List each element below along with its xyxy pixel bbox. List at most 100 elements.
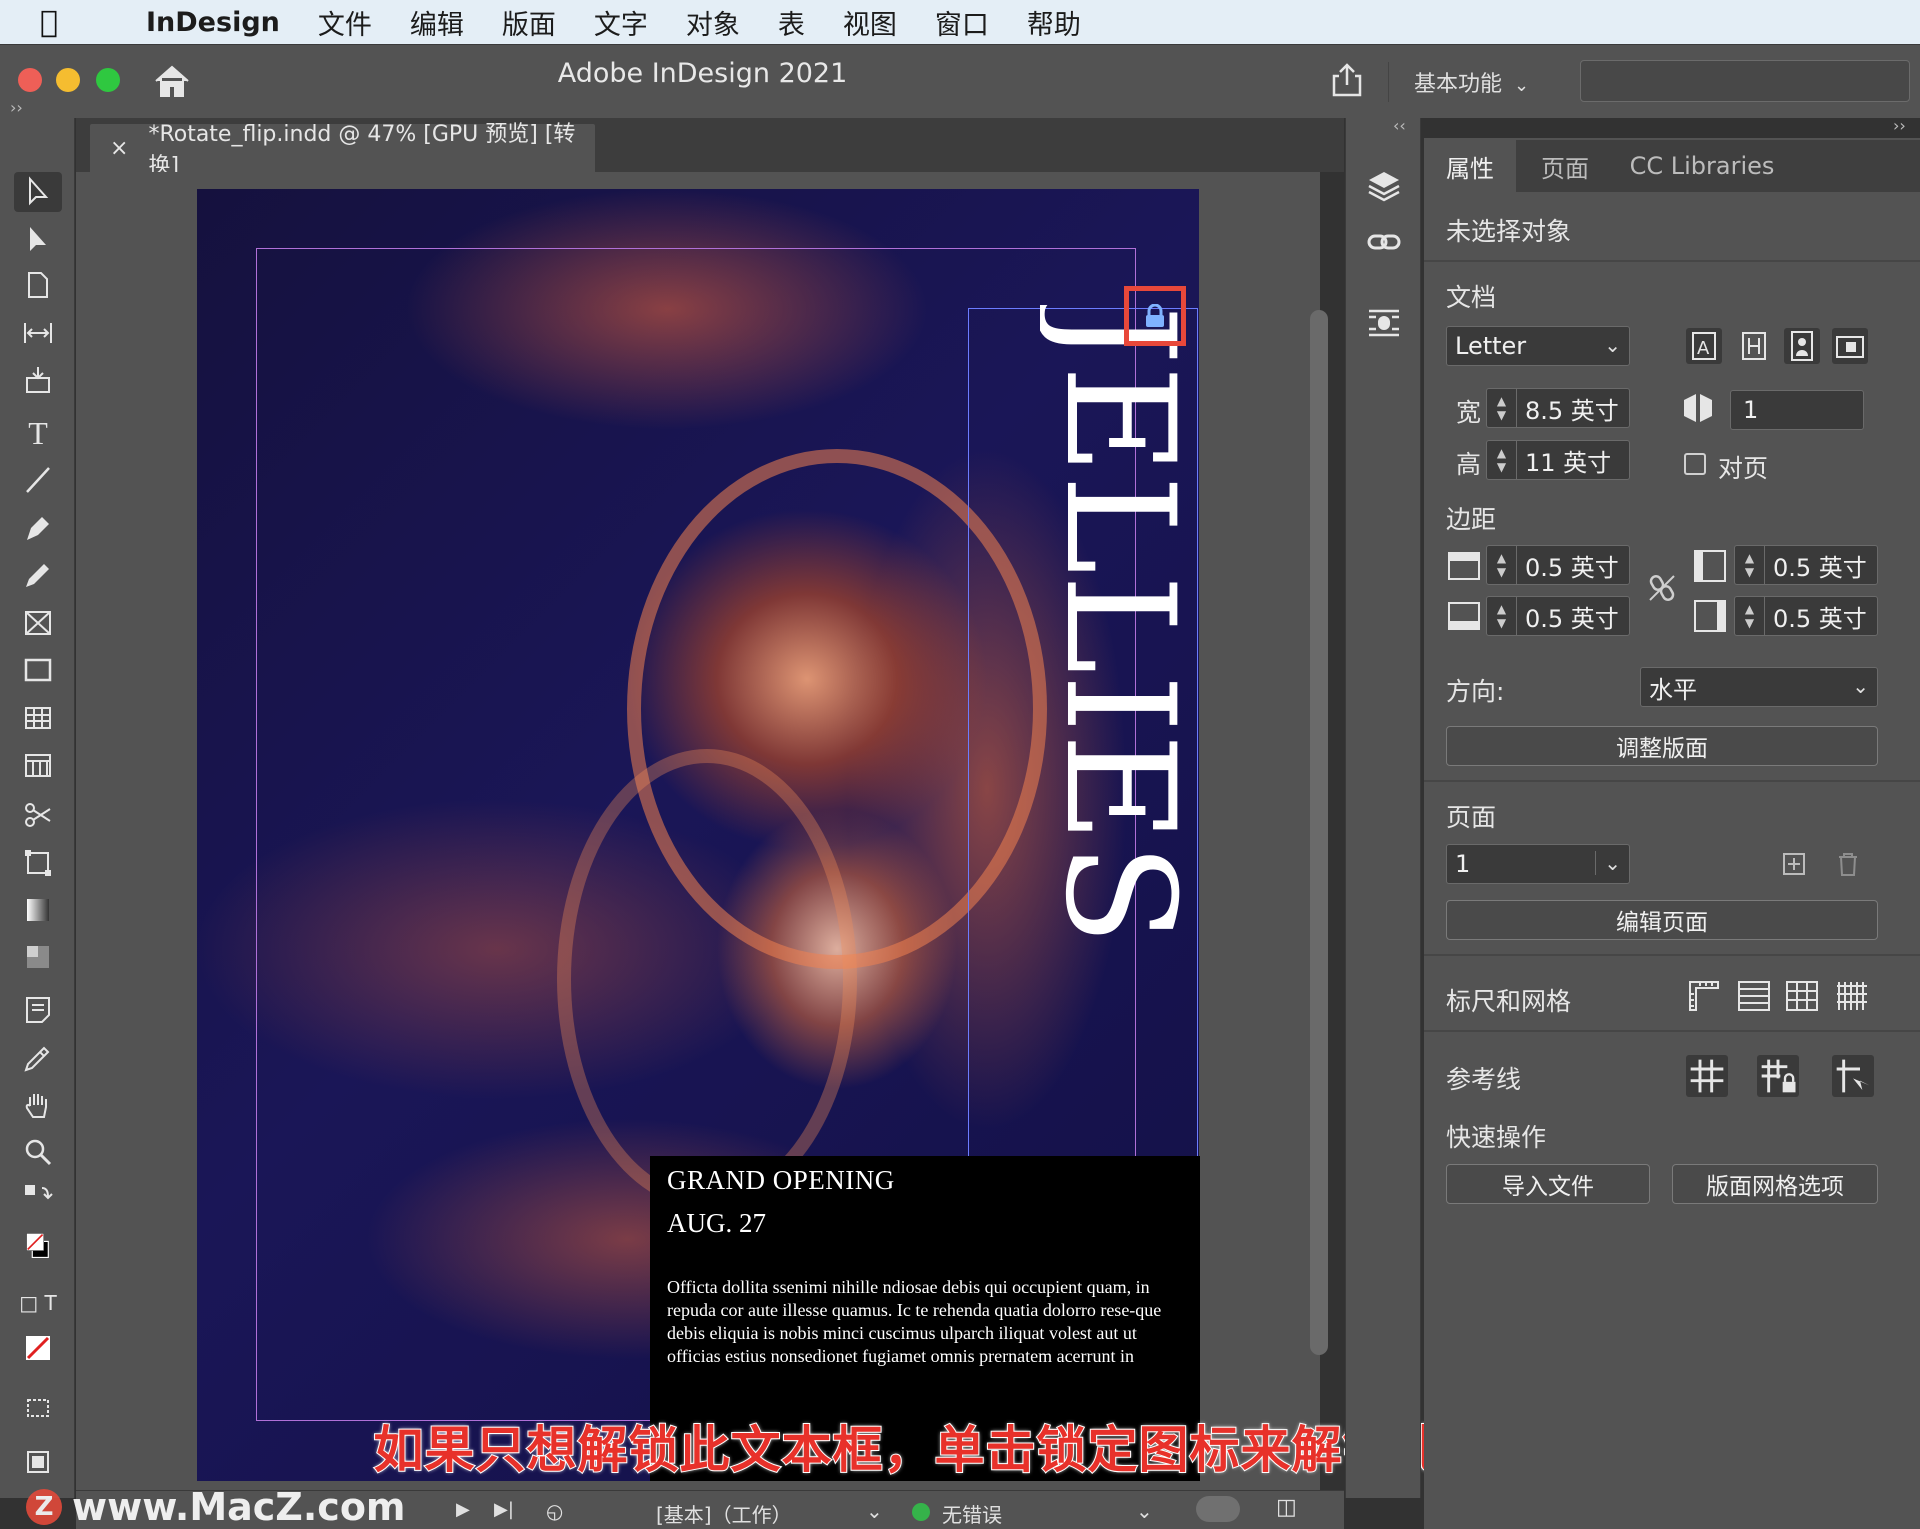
rectangle-tool-icon[interactable] — [14, 650, 62, 690]
collapse-panel-icon[interactable]: ‹‹ — [1393, 116, 1406, 135]
menu-layout[interactable]: 版面 — [502, 3, 556, 42]
landscape-orientation-icon[interactable] — [1832, 328, 1868, 364]
layout-grid-options-button[interactable]: 版面网格选项 — [1672, 1164, 1878, 1204]
intent-mobile-icon[interactable] — [1736, 328, 1772, 364]
split-window-icon[interactable]: ◫ — [1276, 1495, 1297, 1520]
document-grid-icon[interactable] — [1784, 978, 1820, 1014]
workspace-switcher[interactable]: 基本功能 ⌄ — [1414, 66, 1529, 98]
margin-inside-icon — [1692, 548, 1728, 584]
gap-tool-icon[interactable] — [14, 313, 62, 353]
pencil-tool-icon[interactable] — [14, 555, 62, 595]
baseline-grid-icon[interactable] — [1736, 978, 1772, 1014]
layout-grid-icon[interactable] — [1834, 978, 1870, 1014]
chevron-down-icon[interactable]: ⌄ — [866, 1499, 883, 1523]
document-preset-dropdown[interactable]: Letter ⌄ — [1446, 326, 1630, 366]
type-tool-icon[interactable]: T — [14, 413, 62, 453]
formatting-container-icon[interactable]: □ T — [14, 1283, 62, 1323]
scissors-tool-icon[interactable] — [14, 795, 62, 835]
facing-pages-checkbox[interactable] — [1684, 453, 1706, 475]
line-tool-icon[interactable] — [14, 460, 62, 500]
menu-window[interactable]: 窗口 — [935, 3, 989, 42]
menu-edit[interactable]: 编辑 — [410, 3, 464, 42]
pen-tool-icon[interactable] — [14, 508, 62, 548]
fill-stroke-swatch-icon[interactable] — [14, 1218, 62, 1274]
lock-icon[interactable] — [1144, 303, 1166, 328]
unlink-margins-icon[interactable] — [1644, 570, 1680, 606]
page-nav-next-icon[interactable]: ▶ — [456, 1499, 470, 1520]
stepper-arrows-icon[interactable]: ▲ ▼ — [1487, 597, 1517, 635]
margin-bottom-stepper[interactable]: ▲ ▼ 0.5 英寸 — [1486, 596, 1630, 636]
stepper-arrows-icon[interactable]: ▲ ▼ — [1487, 441, 1517, 479]
orientation-dropdown[interactable]: 水平 ⌄ — [1640, 667, 1878, 707]
swap-fill-stroke-icon[interactable] — [14, 1178, 62, 1218]
grid-tool-icon[interactable] — [14, 745, 62, 785]
view-toggle[interactable] — [1196, 1496, 1240, 1522]
stepper-arrows-icon[interactable]: ▲ ▼ — [1735, 546, 1765, 584]
share-icon[interactable] — [1329, 62, 1365, 98]
intent-print-icon[interactable]: A — [1686, 328, 1722, 364]
height-label: 高 — [1456, 450, 1482, 479]
selection-tool-icon[interactable] — [14, 172, 62, 212]
page-tool-icon[interactable] — [14, 265, 62, 305]
show-guides-icon[interactable] — [1686, 1055, 1728, 1097]
import-file-button[interactable]: 导入文件 — [1446, 1164, 1650, 1204]
vertical-scrollbar[interactable] — [1310, 310, 1328, 1355]
smart-guides-icon[interactable] — [1832, 1055, 1874, 1097]
menu-type[interactable]: 文字 — [594, 3, 648, 42]
width-stepper[interactable]: ▲ ▼ 8.5 英寸 — [1486, 388, 1630, 428]
gradient-swatch-tool-icon[interactable] — [14, 890, 62, 930]
current-page-dropdown[interactable]: 1 ⌄ — [1446, 844, 1630, 884]
margin-outside-stepper[interactable]: ▲ ▼ 0.5 英寸 — [1734, 596, 1878, 636]
edit-page-button[interactable]: 编辑页面 — [1446, 900, 1878, 940]
rectangle-frame-tool-icon[interactable] — [14, 603, 62, 643]
margin-inside-stepper[interactable]: ▲ ▼ 0.5 英寸 — [1734, 545, 1878, 585]
gradient-feather-tool-icon[interactable] — [14, 937, 62, 977]
menu-table[interactable]: 表 — [778, 3, 805, 42]
search-input[interactable] — [1580, 60, 1910, 102]
open-page-icon[interactable]: ◵ — [546, 1499, 563, 1523]
collapse-toolbox-icon[interactable]: ›› — [10, 98, 23, 117]
chevron-down-icon[interactable]: ⌄ — [1136, 1499, 1153, 1523]
hand-tool-icon[interactable] — [14, 1085, 62, 1125]
layers-icon[interactable] — [1366, 168, 1402, 204]
direct-selection-tool-icon[interactable] — [14, 220, 62, 260]
lock-guides-icon[interactable] — [1757, 1055, 1799, 1097]
apple-menu-icon[interactable]:  — [40, 5, 90, 40]
table-tool-icon[interactable] — [14, 698, 62, 738]
stepper-arrows-icon[interactable]: ▲ ▼ — [1735, 597, 1765, 635]
menu-view[interactable]: 视图 — [843, 3, 897, 42]
tab-cc-libraries[interactable]: CC Libraries — [1612, 140, 1792, 192]
menu-file[interactable]: 文件 — [318, 3, 372, 42]
height-stepper[interactable]: ▲ ▼ 11 英寸 — [1486, 440, 1630, 480]
pages-count-value: 1 — [1743, 396, 1759, 424]
zoom-tool-icon[interactable] — [14, 1132, 62, 1172]
note-tool-icon[interactable] — [14, 990, 62, 1030]
tab-properties[interactable]: 属性 — [1424, 140, 1516, 192]
document-tab[interactable]: × *Rotate_flip.indd @ 47% [GPU 预览] [转换] — [90, 122, 595, 179]
tab-pages[interactable]: 页面 — [1518, 140, 1612, 192]
margin-top-stepper[interactable]: ▲ ▼ 0.5 英寸 — [1486, 545, 1630, 585]
menu-help[interactable]: 帮助 — [1027, 3, 1081, 42]
text-wrap-icon[interactable] — [1366, 305, 1402, 341]
add-page-icon[interactable] — [1778, 848, 1810, 880]
content-collector-tool-icon[interactable] — [14, 360, 62, 400]
ruler-icon[interactable] — [1686, 978, 1722, 1014]
menu-object[interactable]: 对象 — [686, 3, 740, 42]
stepper-arrows-icon[interactable]: ▲ ▼ — [1487, 546, 1517, 584]
stepper-arrows-icon[interactable]: ▲ ▼ — [1487, 389, 1517, 427]
margin-inside-value: 0.5 英寸 — [1773, 553, 1867, 582]
menu-app-name[interactable]: InDesign — [146, 7, 280, 38]
apply-none-icon[interactable] — [14, 1328, 62, 1368]
preflight-profile[interactable]: [基本]（工作） — [656, 1499, 792, 1528]
adjust-layout-button[interactable]: 调整版面 — [1446, 726, 1878, 766]
free-transform-tool-icon[interactable] — [14, 843, 62, 883]
page-nav-last-icon[interactable]: ▶| — [494, 1499, 514, 1520]
expand-panel-icon[interactable]: ›› — [1893, 116, 1906, 135]
facing-pages-label: 对页 — [1718, 454, 1769, 483]
delete-page-icon[interactable] — [1832, 848, 1864, 880]
portrait-orientation-icon[interactable] — [1784, 328, 1820, 364]
links-icon[interactable] — [1366, 224, 1402, 260]
close-tab-icon[interactable]: × — [110, 136, 128, 161]
pages-count-field[interactable]: 1 — [1730, 390, 1864, 430]
eyedropper-tool-icon[interactable] — [14, 1038, 62, 1078]
